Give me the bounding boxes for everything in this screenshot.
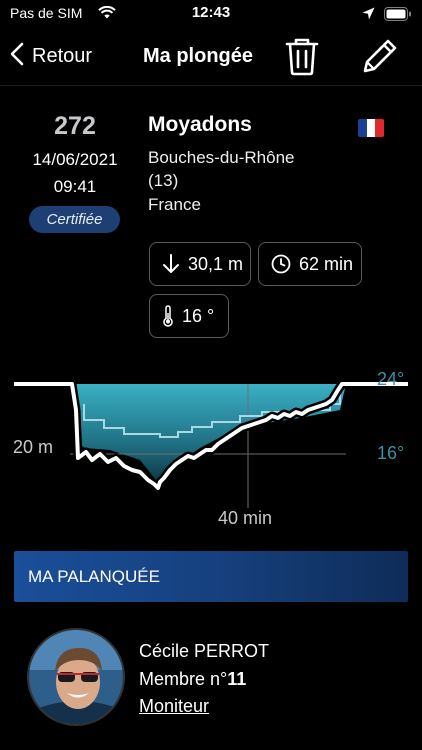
- palanquee-section-header[interactable]: MA PALANQUÉE: [14, 551, 408, 602]
- battery-icon: [384, 7, 412, 25]
- member-number-value: 11: [227, 669, 247, 689]
- dive-date: 14/06/2021: [32, 150, 118, 169]
- avatar[interactable]: [27, 628, 125, 726]
- edit-button[interactable]: [360, 36, 400, 81]
- certified-badge: Certifiée: [29, 206, 120, 233]
- france-flag-icon: [358, 119, 384, 137]
- back-button[interactable]: Retour: [10, 41, 92, 71]
- temperature-stat: 16 °: [149, 294, 229, 338]
- chevron-left-icon: [10, 42, 24, 71]
- duration-value: 62 min: [299, 253, 354, 274]
- max-depth-value: 30,1 m: [188, 253, 244, 274]
- thermometer-icon: [163, 305, 173, 327]
- duration-stat: 62 min: [258, 242, 362, 286]
- site-region: Bouches-du-Rhône (13): [148, 146, 348, 192]
- section-title: MA PALANQUÉE: [28, 567, 160, 586]
- temperature-value: 16 °: [182, 305, 215, 326]
- site-country: France: [148, 195, 201, 214]
- page-title: Ma plongée: [142, 45, 253, 67]
- water-area: [72, 384, 346, 485]
- depth-axis-label: 20 m: [13, 437, 54, 457]
- trash-icon: [284, 38, 320, 80]
- clock-icon: [271, 254, 291, 274]
- navigation-bar: Retour Ma plongée: [0, 28, 422, 86]
- member-number-prefix: Membre n°: [139, 669, 228, 689]
- delete-button[interactable]: [284, 36, 320, 81]
- member-photo: [29, 630, 123, 724]
- site-region-line: Bouches-du-Rhône: [148, 148, 295, 167]
- dive-profile-graph: [14, 379, 408, 508]
- arrow-down-icon: [163, 254, 179, 273]
- status-bar: Pas de SIM 12:43: [0, 0, 422, 28]
- dive-number: 272: [54, 112, 96, 140]
- site-region-code: (13): [148, 171, 179, 190]
- dive-time: 09:41: [53, 177, 97, 196]
- clock: 12:43: [191, 4, 231, 21]
- member-name: Cécile PERROT: [139, 641, 270, 661]
- member-role-link[interactable]: Moniteur: [139, 696, 209, 717]
- temp-min-label: 16°: [377, 443, 405, 463]
- site-name: Moyadons: [148, 113, 252, 136]
- back-label: Retour: [32, 44, 93, 67]
- temp-max-label: 24°: [377, 369, 405, 389]
- max-depth-stat: 30,1 m: [149, 242, 251, 286]
- location-arrow-icon: [362, 7, 375, 24]
- pencil-icon: [360, 39, 400, 80]
- time-axis-label: 40 min: [218, 508, 273, 528]
- member-number: Membre n°11: [139, 669, 246, 690]
